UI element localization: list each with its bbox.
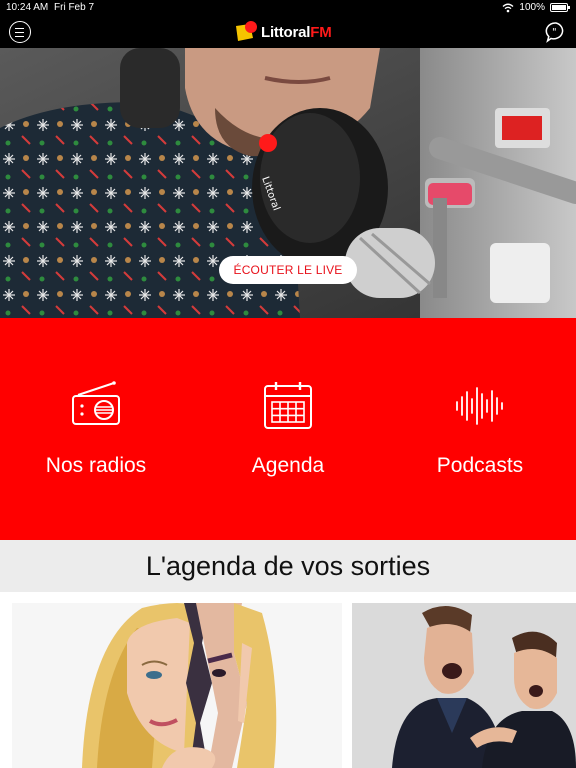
event-poster-image (12, 603, 342, 768)
status-time: 10:24 AM (6, 2, 49, 13)
menu-button[interactable] (9, 21, 31, 43)
wifi-icon (502, 3, 514, 12)
agenda-card[interactable] (12, 603, 342, 768)
status-right: 100% (502, 2, 570, 13)
nav-label: Podcasts (436, 454, 524, 477)
status-date: Fri Feb 7 (54, 2, 95, 13)
event-poster-image (352, 603, 576, 768)
listen-live-button[interactable]: ÉCOUTER LE LIVE (219, 256, 357, 284)
quick-nav: Nos radios Agenda Podcasts (0, 318, 576, 540)
nav-item-agenda[interactable]: Agenda (192, 380, 384, 480)
agenda-card[interactable] (352, 603, 576, 768)
battery-percent: 100% (519, 2, 545, 13)
brand-logo: LittoralFM (234, 19, 344, 45)
agenda-section-header: L'agenda de vos sorties (0, 540, 576, 592)
svg-text:": " (552, 27, 557, 38)
hamburger-menu-icon (15, 27, 24, 29)
hero-banner: Littoral ÉCOUTER LE LIVE (0, 48, 576, 318)
radio-icon (72, 381, 120, 425)
top-bar: 10:24 AM Fri Feb 7 100% LittoralFM " (0, 0, 576, 48)
brand-suffix: FM (310, 23, 332, 41)
soundwave-icon (456, 387, 503, 425)
chat-bubble-icon[interactable]: " (545, 21, 567, 43)
nav-item-nos-radios[interactable]: Nos radios (0, 380, 192, 480)
nav-label: Agenda (251, 454, 325, 477)
status-bar: 10:24 AM Fri Feb 7 100% (0, 0, 576, 16)
logo-mark-icon (236, 21, 257, 41)
nav-item-podcasts[interactable]: Podcasts (384, 380, 576, 480)
section-title: L'agenda de vos sorties (145, 550, 431, 581)
nav-label: Nos radios (45, 454, 147, 477)
battery-icon (550, 3, 570, 12)
calendar-icon (264, 382, 312, 429)
brand-name: LittoralFM (261, 23, 332, 41)
